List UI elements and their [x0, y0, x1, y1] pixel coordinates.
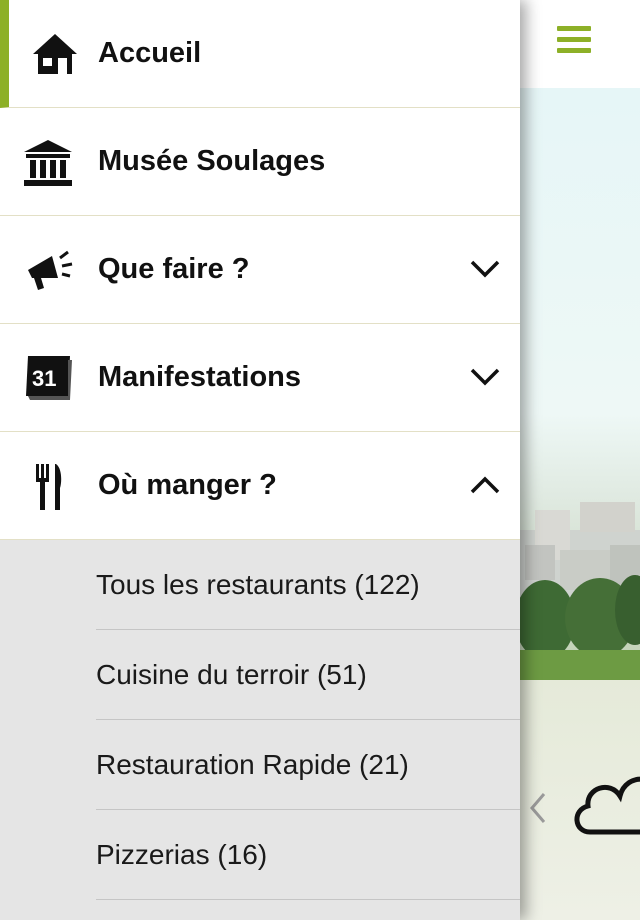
- calendar-icon: 31: [26, 356, 72, 400]
- menu-item-label: Que faire ?: [98, 253, 250, 285]
- submenu-item-label: Cuisine du terroir (51): [96, 659, 367, 690]
- menu-item-musee-soulages[interactable]: Musée Soulages: [0, 108, 520, 216]
- town-landscape-illustration: [520, 502, 640, 680]
- museum-icon: [24, 140, 72, 186]
- submenu-item-label: Restauration Rapide (21): [96, 749, 409, 780]
- menu-item-ou-manger[interactable]: Où manger ?: [0, 432, 520, 540]
- chevron-down-icon[interactable]: [468, 364, 502, 390]
- menu-item-accueil[interactable]: Accueil: [0, 0, 520, 108]
- cutlery-icon: [36, 464, 62, 510]
- megaphone-icon: [28, 250, 73, 290]
- submenu-item-cuisine-du-terroir[interactable]: Cuisine du terroir (51): [96, 630, 520, 720]
- submenu-item-label: Tous les restaurants (122): [96, 569, 420, 600]
- cloud-icon: [574, 776, 640, 835]
- submenu-item-pizzerias[interactable]: Pizzerias (16): [96, 810, 520, 900]
- calendar-icon-number: 31: [32, 366, 56, 391]
- menu-item-manifestations[interactable]: 31 Manifestations: [0, 324, 520, 432]
- menu-item-que-faire[interactable]: Que faire ?: [0, 216, 520, 324]
- menu-item-label: Manifestations: [98, 361, 302, 393]
- submenu-item-tous-les-restaurants[interactable]: Tous les restaurants (122): [96, 540, 520, 630]
- submenu-item-label: Pizzerias (16): [96, 839, 268, 870]
- chevron-left-icon[interactable]: [526, 790, 550, 826]
- hero-image: [520, 88, 640, 680]
- menu-item-label: Musée Soulages: [98, 145, 326, 177]
- home-icon: [33, 34, 77, 74]
- chevron-down-icon[interactable]: [468, 256, 502, 282]
- hamburger-icon[interactable]: [557, 26, 591, 56]
- menu-item-label: Accueil: [98, 37, 202, 69]
- chevron-up-icon[interactable]: [468, 472, 502, 498]
- submenu-item-restauration-rapide[interactable]: Restauration Rapide (21): [96, 720, 520, 810]
- submenu-ou-manger: Tous les restaurants (122) Cuisine du te…: [0, 540, 520, 920]
- navigation-drawer: Accueil Musée Soulages Que faire ? 31 Ma…: [0, 0, 520, 920]
- menu-item-label: Où manger ?: [98, 469, 277, 501]
